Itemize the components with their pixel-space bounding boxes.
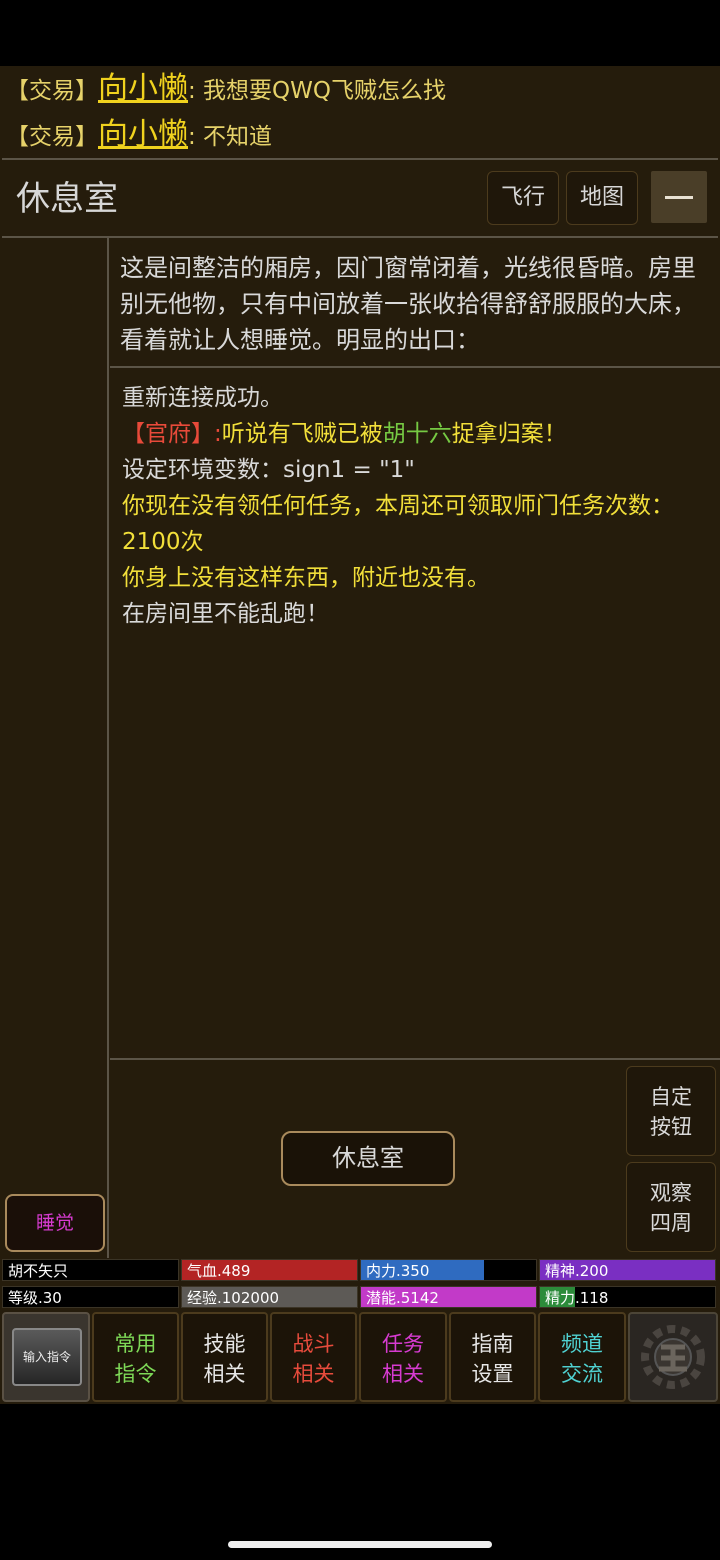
look-around-button[interactable]: 观察 四周 xyxy=(626,1162,716,1252)
chat-message: : 不知道 xyxy=(188,124,273,150)
nav-guide-settings[interactable]: 指南 设置 xyxy=(449,1312,536,1402)
input-command-button[interactable]: 输入指令 xyxy=(2,1312,90,1402)
collapse-icon[interactable] xyxy=(651,171,707,223)
chat-line: 【交易】向小懒: 我想要QWQ飞贼怎么找 xyxy=(6,66,446,112)
neili-bar: 内力.350 xyxy=(360,1259,537,1281)
map-button[interactable]: 地图 xyxy=(566,171,638,225)
chat-user-link[interactable]: 向小懒 xyxy=(98,117,188,152)
log-line: 【官府】:听说有飞贼已被胡十六捉拿归案！ xyxy=(122,421,567,447)
nav-tasks[interactable]: 任务 相关 xyxy=(359,1312,447,1402)
level-label: 等级.30 xyxy=(2,1286,179,1308)
nav-common-commands[interactable]: 常用 指令 xyxy=(92,1312,179,1402)
nav-combat[interactable]: 战斗 相关 xyxy=(270,1312,357,1402)
log-line: 你身上没有这样东西，附近也没有。 xyxy=(122,565,490,591)
input-command-label: 输入指令 xyxy=(12,1328,82,1386)
nav-channels[interactable]: 频道 交流 xyxy=(538,1312,626,1402)
room-description: 这是间整洁的厢房，因门窗常闭着，光线很昏暗。房里别无他物，只有中间放着一张收拾得… xyxy=(110,238,720,368)
home-indicator xyxy=(228,1541,492,1548)
message-log: 重新连接成功。 【官府】:听说有飞贼已被胡十六捉拿归案！ 设定环境变数：sign… xyxy=(110,370,720,1060)
log-line: 你现在没有领任何任务，本周还可领取师门任务次数：2100次 xyxy=(122,493,674,555)
room-header: 休息室 飞行 地图 xyxy=(2,158,718,238)
jingli-bar: 精力.118 xyxy=(539,1286,716,1308)
gear-icon-graphic xyxy=(641,1325,705,1389)
chat-tag: 【交易】 xyxy=(6,124,98,150)
fly-button[interactable]: 飞行 xyxy=(487,171,559,225)
gear-icon[interactable] xyxy=(628,1312,718,1402)
exp-bar: 经验.102000 xyxy=(181,1286,358,1308)
sleep-button[interactable]: 睡觉 xyxy=(5,1194,105,1252)
chat-tag: 【交易】 xyxy=(6,78,98,104)
custom-button[interactable]: 自定 按钮 xyxy=(626,1066,716,1156)
log-line: 重新连接成功。 xyxy=(122,385,283,411)
chat-message: : 我想要QWQ飞贼怎么找 xyxy=(188,78,447,104)
room-title: 休息室 xyxy=(16,179,118,219)
left-panel xyxy=(0,238,109,1258)
character-name: 胡不矢只 xyxy=(2,1259,179,1281)
potential-bar: 潜能.5142 xyxy=(360,1286,537,1308)
chat-line: 【交易】向小懒: 不知道 xyxy=(6,112,272,158)
npc-name: 胡十六 xyxy=(382,421,452,447)
chat-user-link[interactable]: 向小懒 xyxy=(98,71,188,106)
room-name-button[interactable]: 休息室 xyxy=(281,1131,455,1186)
log-line: 在房间里不能乱跑！ xyxy=(122,601,329,627)
bottom-nav: 输入指令 常用 指令 技能 相关 战斗 相关 任务 相关 指南 设置 频道 交流 xyxy=(0,1312,720,1404)
log-tag: 【官府】: xyxy=(122,421,222,447)
nav-skills[interactable]: 技能 相关 xyxy=(181,1312,268,1402)
log-line: 设定环境变数：sign1 = "1" xyxy=(122,457,415,483)
hp-bar: 气血.489 xyxy=(181,1259,358,1281)
jingshen-bar: 精神.200 xyxy=(539,1259,716,1281)
